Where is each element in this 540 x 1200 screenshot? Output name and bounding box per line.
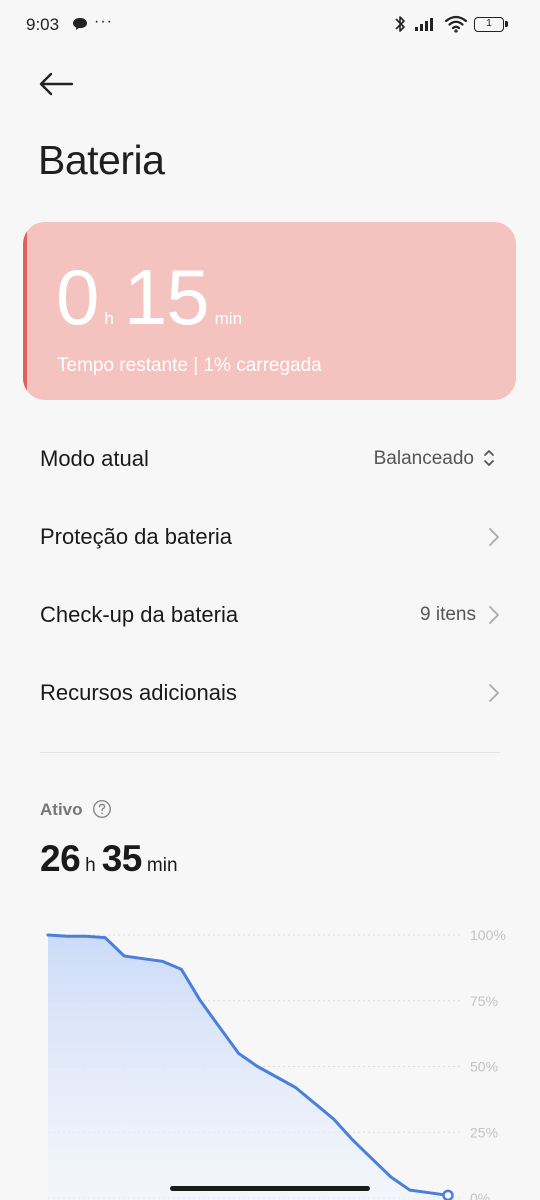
- setting-label: Proteção da bateria: [40, 524, 233, 549]
- chart-y-tick-label: 50%: [470, 1059, 498, 1075]
- chart-current-point: [442, 1189, 454, 1200]
- chart-y-tick-label: 0%: [470, 1190, 490, 1200]
- active-time: 26 h 35 min: [40, 838, 184, 880]
- chart-area-fill: [48, 935, 448, 1200]
- chevron-right-icon: [489, 684, 499, 702]
- battery-card-subtitle: Tempo restante | 1% carregada: [57, 355, 322, 376]
- home-indicator[interactable]: [170, 1186, 370, 1191]
- setting-label: Modo atual: [40, 446, 149, 471]
- battery-level: 1: [486, 18, 492, 29]
- setting-current-mode[interactable]: Modo atual Balanceado: [0, 422, 540, 494]
- battery-level-chart[interactable]: 100% 75% 50% 25% 0%: [0, 915, 540, 1200]
- chat-bubble-icon: [73, 18, 87, 30]
- chart-y-tick-label: 75%: [470, 993, 498, 1009]
- setting-value: 9 itens: [420, 604, 476, 625]
- remaining-hours: 0: [56, 253, 99, 341]
- more-notifications-icon: ···: [94, 13, 113, 30]
- setting-additional-features[interactable]: Recursos adicionais: [0, 656, 540, 728]
- setting-value: Balanceado: [373, 448, 474, 469]
- setting-battery-checkup[interactable]: Check-up da bateria 9 itens: [0, 578, 540, 650]
- status-bar: 9:03 ··· 1: [0, 0, 540, 52]
- chevron-right-icon: [489, 606, 499, 624]
- wifi-icon: [444, 15, 468, 33]
- status-time: 9:03: [26, 15, 60, 34]
- battery-status-card[interactable]: 0 h 15 min Tempo restante | 1% carregada: [23, 222, 516, 400]
- setting-label: Recursos adicionais: [40, 680, 237, 705]
- page-title: Bateria: [38, 137, 165, 183]
- chart-y-tick-label: 25%: [470, 1124, 498, 1140]
- minutes-unit: min: [214, 309, 243, 328]
- battery-screen: 9:03 ··· 1 Bateria 0 h 15 min Tempo rest…: [0, 0, 540, 1200]
- battery-icon: 1: [474, 17, 508, 32]
- remaining-minutes: 15: [123, 253, 210, 341]
- low-battery-indicator: [23, 222, 27, 400]
- active-hours-unit: h: [85, 855, 96, 876]
- active-label: Ativo: [40, 800, 83, 819]
- chart-y-ticks: 100% 75% 50% 25% 0%: [470, 927, 506, 1200]
- help-icon[interactable]: [92, 799, 112, 819]
- chart-y-tick-label: 100%: [470, 927, 506, 943]
- updown-chevron-icon: [484, 450, 494, 466]
- active-minutes: 35: [101, 838, 143, 879]
- setting-label: Check-up da bateria: [40, 602, 239, 627]
- bluetooth-icon: [395, 16, 405, 32]
- active-minutes-unit: min: [146, 855, 178, 876]
- active-hours: 26: [40, 838, 81, 879]
- section-divider: [40, 752, 500, 753]
- setting-battery-protection[interactable]: Proteção da bateria: [0, 500, 540, 572]
- signal-icon: [415, 18, 433, 31]
- chevron-right-icon: [489, 528, 499, 546]
- remaining-time: 0 h 15 min: [56, 258, 252, 336]
- hours-unit: h: [104, 309, 114, 328]
- back-arrow-icon[interactable]: [36, 68, 76, 100]
